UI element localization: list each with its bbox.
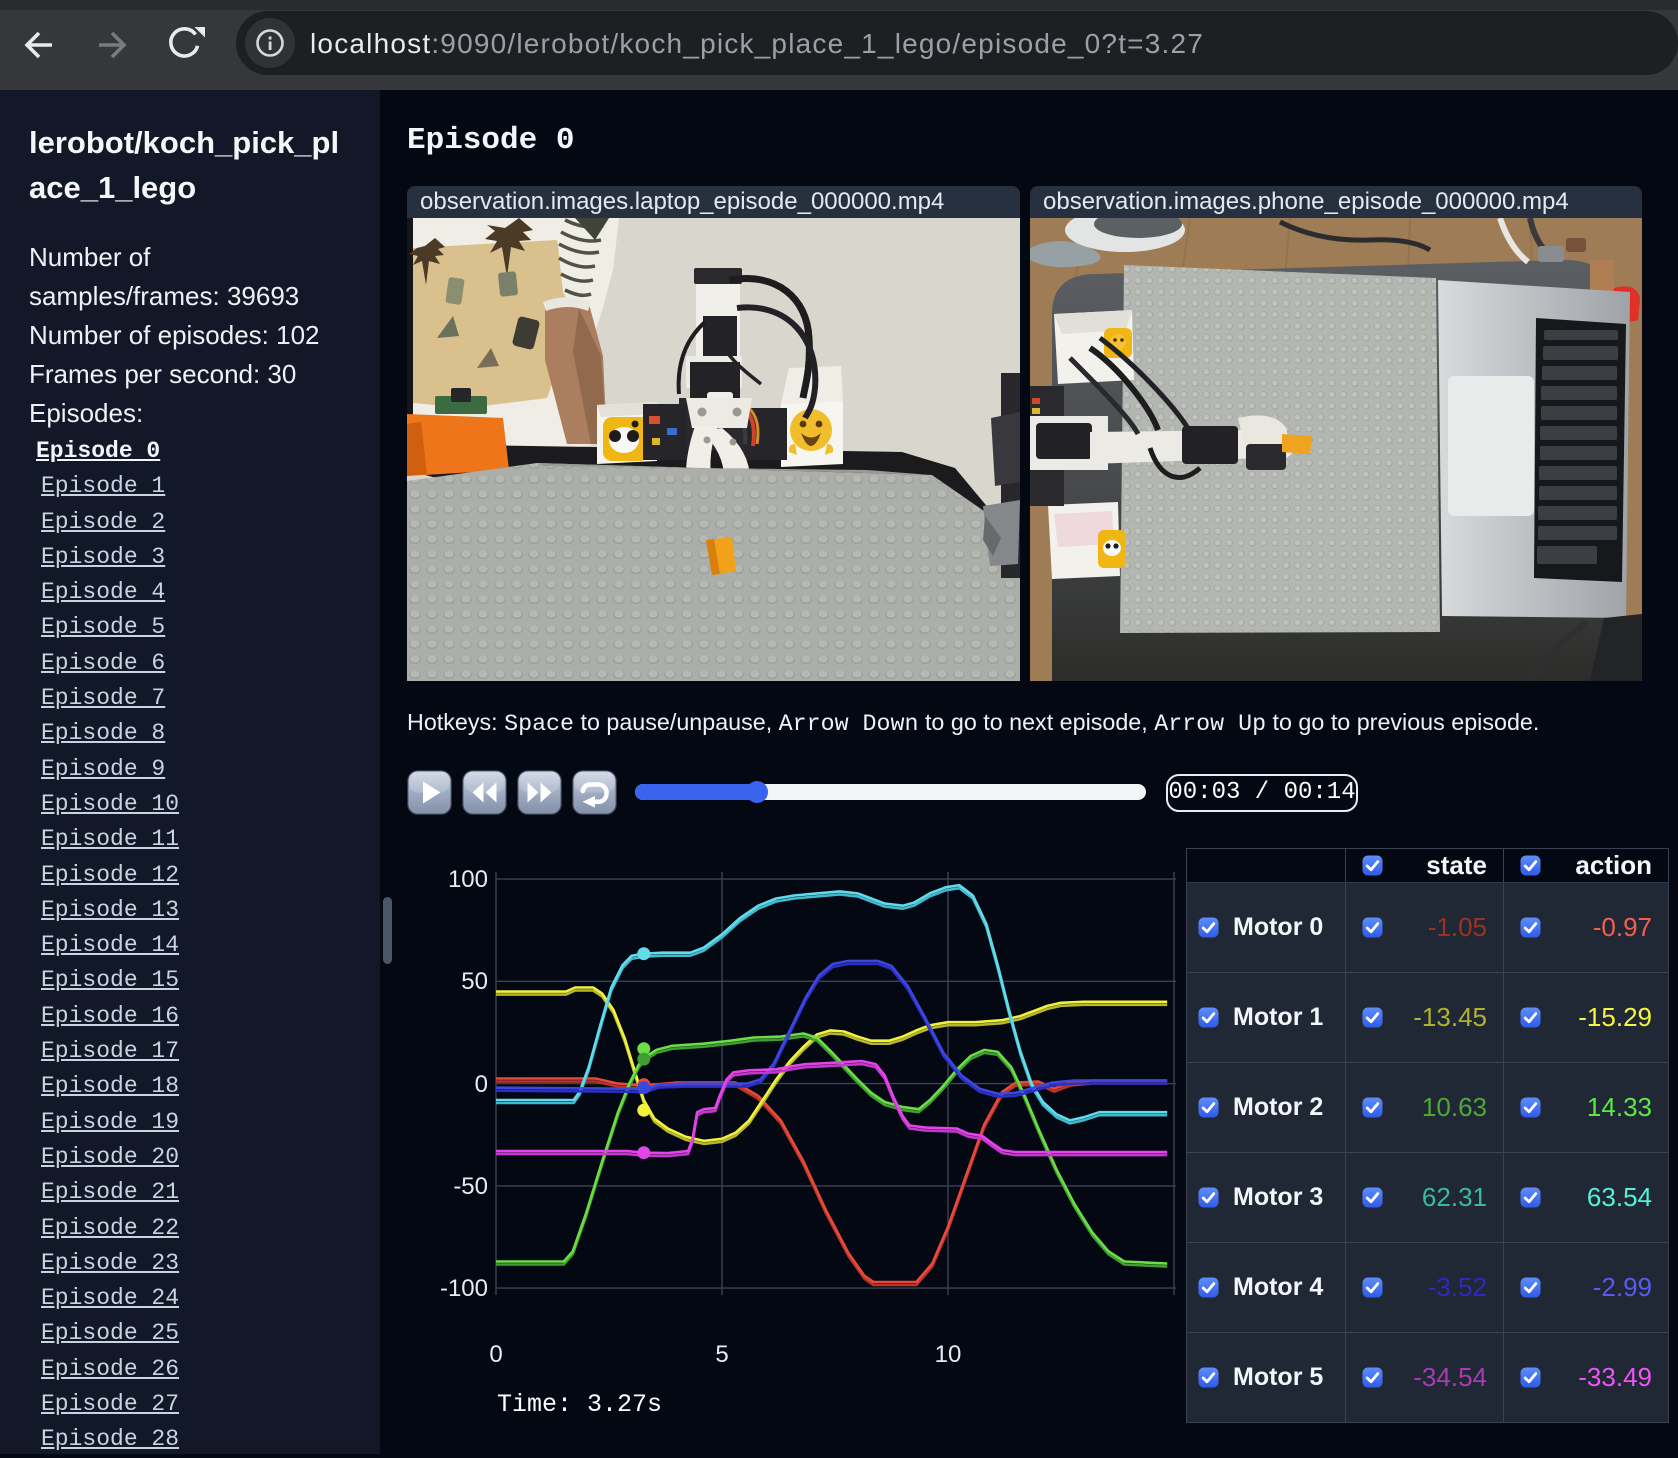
svg-text:100: 100 bbox=[448, 866, 488, 893]
svg-text:10: 10 bbox=[935, 1341, 962, 1368]
svg-text:50: 50 bbox=[461, 968, 488, 995]
svg-text:5: 5 bbox=[715, 1341, 728, 1368]
svg-text:0: 0 bbox=[489, 1341, 502, 1368]
svg-text:-100: -100 bbox=[440, 1275, 488, 1302]
svg-text:-50: -50 bbox=[453, 1173, 488, 1200]
svg-text:0: 0 bbox=[475, 1071, 488, 1098]
svg-text:localhost:9090/lerobot/koch_pi: localhost:9090/lerobot/koch_pick_place_1… bbox=[310, 28, 1204, 59]
